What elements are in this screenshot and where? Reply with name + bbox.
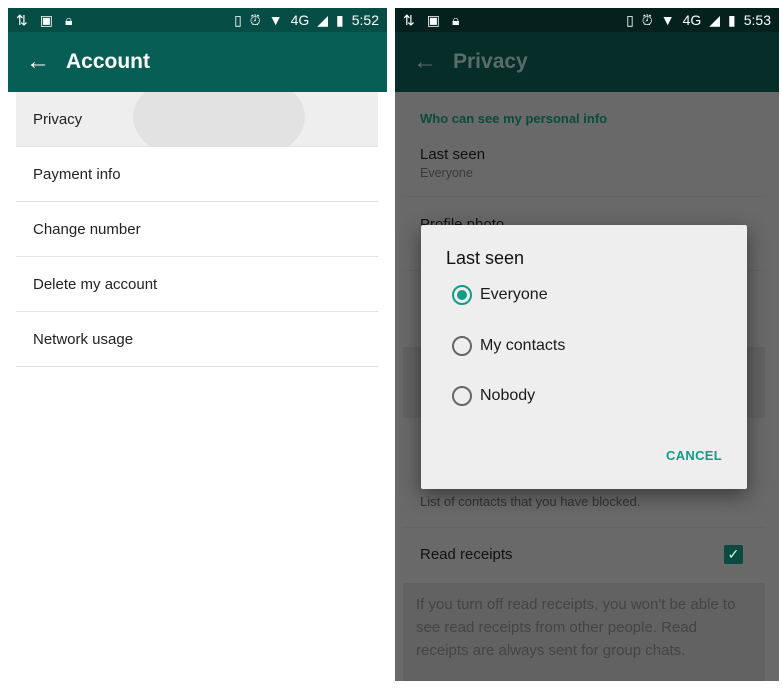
dialog-title: Last seen	[446, 248, 525, 268]
lock-icon: 🔒︎	[64, 11, 73, 28]
section-header: Who can see my personal info	[420, 111, 608, 126]
read-receipts-checkbox[interactable]: ✓	[724, 545, 743, 564]
menu-item-label: Network usage	[33, 330, 134, 348]
privacy-screen: ⇅ ▣ 🔒︎ ▯ ⏰︎ ▼ 4G ◢ ▮ 5:53 ← Privacy Who can see …	[395, 8, 779, 681]
option-label: My contacts	[480, 337, 566, 354]
toolbar: ← Account	[8, 32, 387, 92]
network-type: 4G	[682, 12, 702, 28]
image-icon: ▣	[426, 11, 440, 28]
last-seen-value: Everyone	[420, 166, 473, 180]
alarm-icon: ⏰︎	[249, 11, 261, 28]
menu-item-change-number[interactable]: Change number	[16, 202, 378, 257]
lock-icon: 🔒︎	[451, 11, 460, 28]
read-receipts-info: If you turn off read receipts, you won't…	[403, 583, 765, 681]
option-label: Nobody	[480, 387, 536, 404]
image-icon: ▣	[39, 11, 53, 28]
network-type: 4G	[290, 12, 310, 28]
last-seen-label: Last seen	[420, 146, 486, 163]
menu-item-network-usage[interactable]: Network usage	[16, 312, 378, 367]
sync-icon: ⇅	[16, 11, 28, 28]
menu-item-label: Delete my account	[33, 275, 158, 293]
vibrate-icon: ▯	[234, 11, 242, 28]
status-bar: ⇅ ▣ 🔒︎ ▯ ⏰︎ ▼ 4G ◢ ▮ 5:53	[395, 8, 779, 32]
alarm-icon: ⏰︎	[641, 11, 653, 28]
option-my-contacts[interactable]: My contacts	[452, 336, 565, 356]
read-receipts-label: Read receipts	[420, 546, 513, 563]
page-title: Privacy	[453, 50, 528, 73]
toolbar: ← Privacy	[395, 32, 779, 92]
menu-item-payment-info[interactable]: Payment info	[16, 147, 378, 202]
radio-unselected[interactable]	[452, 386, 472, 406]
cancel-button[interactable]: CANCEL	[666, 448, 722, 463]
arrow-left-icon[interactable]: ←	[395, 48, 453, 76]
menu-item-delete-account[interactable]: Delete my account	[16, 257, 378, 312]
status-bar: ⇅ ▣ 🔒︎ ▯ ⏰︎ ▼ 4G ◢ ▮ 5:52	[8, 8, 387, 32]
wifi-icon: ▼	[268, 12, 283, 28]
signal-icon: ◢	[317, 11, 329, 28]
menu-item-label: Payment info	[33, 165, 121, 183]
blocked-contacts-row[interactable]: List of contacts that you have blocked.	[403, 491, 765, 528]
battery-icon: ▮	[336, 11, 344, 28]
ripple	[133, 92, 305, 146]
clock: 5:52	[351, 12, 379, 28]
last-seen-row[interactable]: Last seen Everyone	[403, 146, 765, 197]
last-seen-dialog: Last seen Everyone My contacts Nobody CA…	[421, 225, 747, 489]
menu-item-label: Change number	[33, 220, 141, 238]
option-label: Everyone	[480, 286, 548, 303]
option-everyone[interactable]: Everyone	[452, 285, 548, 305]
sync-icon: ⇅	[403, 11, 415, 28]
radio-unselected[interactable]	[452, 336, 472, 356]
account-screen: ⇅ ▣ 🔒︎ ▯ ⏰︎ ▼ 4G ◢ ▮ 5:52 ← Account Privacy Paym…	[8, 8, 387, 689]
read-receipts-row[interactable]: Read receipts	[403, 538, 765, 578]
clock: 5:53	[743, 12, 771, 28]
blocked-contacts-sub: List of contacts that you have blocked.	[420, 494, 641, 509]
menu-item-label: Privacy	[33, 110, 83, 128]
battery-icon: ▮	[728, 11, 736, 28]
option-nobody[interactable]: Nobody	[452, 386, 535, 406]
wifi-icon: ▼	[660, 12, 675, 28]
page-title: Account	[66, 50, 150, 73]
arrow-left-icon[interactable]: ←	[8, 48, 66, 76]
signal-icon: ◢	[709, 11, 721, 28]
radio-selected[interactable]	[452, 285, 472, 305]
menu-item-privacy[interactable]: Privacy	[16, 92, 378, 147]
vibrate-icon: ▯	[626, 11, 634, 28]
